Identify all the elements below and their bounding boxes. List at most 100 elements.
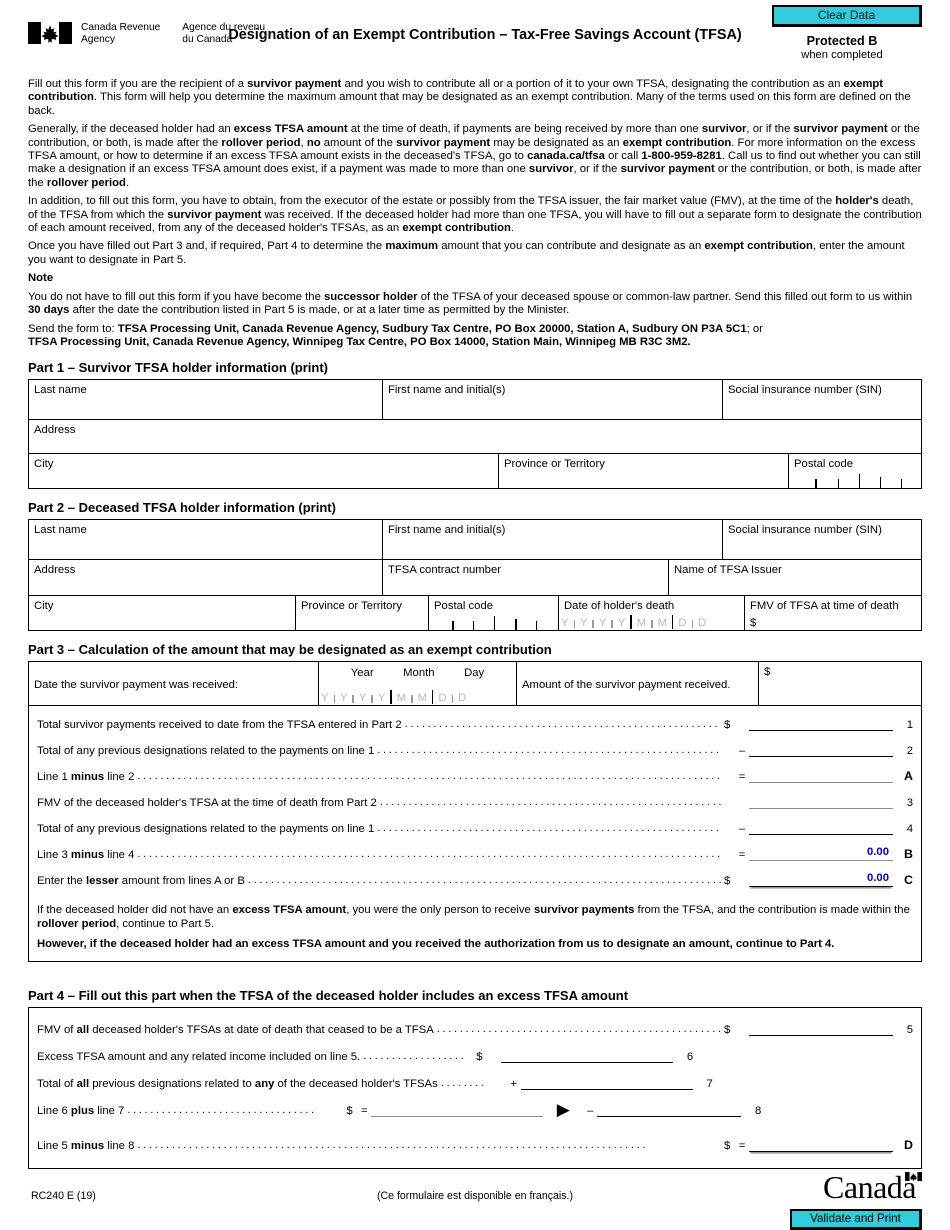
intro-p1-b: survivor payment [247, 78, 342, 90]
clear-data-button[interactable]: Clear Data [772, 5, 922, 27]
canada-wordmark-text: Canada [823, 1169, 916, 1205]
field-label: Date of holder's death [564, 600, 675, 613]
intro-text: Fill out this form if you are the recipi… [28, 78, 922, 349]
intro-paragraph-1: Fill out this form if you are the recipi… [28, 78, 922, 118]
calc-line-label: Total of all previous designations relat… [37, 1077, 438, 1090]
field-label: Date the survivor payment was received: [34, 679, 239, 692]
input-line-3[interactable] [749, 792, 893, 810]
leader-dots: ................................. [127, 1103, 317, 1116]
field-label: Last name [34, 384, 87, 397]
line-number: 6 [686, 1050, 694, 1063]
field-label: TFSA contract number [388, 564, 502, 577]
cra-agency-name-en: Canada Revenue Agency [81, 22, 161, 45]
input-line-5[interactable] [749, 1019, 893, 1036]
calc-line-1: Total survivor payments received to date… [37, 714, 913, 732]
field-label: First name and initial(s) [388, 524, 506, 537]
field-survivor-sin[interactable]: Social insurance number (SIN) [723, 380, 921, 419]
field-tfsa-issuer-name[interactable]: Name of TFSA Issuer [669, 560, 921, 595]
input-line-6[interactable] [501, 1046, 674, 1063]
leader-dots: .................. [363, 1049, 467, 1062]
part-3-calculation-lines: Total survivor payments received to date… [29, 706, 921, 898]
input-line-a[interactable] [749, 766, 893, 784]
input-line-4[interactable] [749, 818, 893, 836]
field-deceased-postal-code[interactable]: Postal code [429, 596, 559, 631]
line-number: 8 [755, 1104, 762, 1117]
calc-line-label: Line 6 plus line 7 [37, 1104, 125, 1117]
calc-line-8: Line 6 plus line 7 .....................… [37, 1100, 913, 1118]
field-deceased-first-name[interactable]: First name and initial(s) [383, 520, 723, 560]
intro-paragraph-2: Generally, if the deceased holder had an… [28, 123, 922, 189]
leader-dots: ........................................… [377, 822, 721, 835]
field-date-payment-received[interactable]: Year Month Day Y Y Y Y M M D D [319, 662, 517, 706]
send-form-to-label: Send the form to: [28, 322, 118, 335]
input-line-c[interactable]: 0.00 [749, 870, 893, 888]
field-survivor-postal-code[interactable]: Postal code [789, 454, 921, 489]
calc-line-c: Enter the lesser amount from lines A or … [37, 870, 913, 888]
input-line-7[interactable] [520, 1073, 693, 1090]
part-1-table: Last name First name and initial(s) Soci… [28, 379, 922, 490]
line-number: 1 [906, 719, 913, 732]
field-survivor-last-name[interactable]: Last name [29, 380, 383, 420]
field-survivor-first-name[interactable]: First name and initial(s) [383, 380, 723, 420]
operator: – [738, 745, 746, 758]
calc-line-label: Line 5 minus line 8 [37, 1139, 135, 1152]
operator: – [587, 1104, 594, 1117]
field-deceased-address[interactable]: Address [29, 560, 383, 596]
intro-p1-e: . This form will help you determine the … [28, 91, 911, 117]
input-line-8-subtotal[interactable] [371, 1100, 544, 1117]
field-deceased-last-name[interactable]: Last name [29, 520, 383, 560]
validate-and-print-button[interactable]: Validate and Print [790, 1209, 922, 1230]
input-line-1[interactable] [749, 714, 893, 732]
note-body: You do not have to fill out this form if… [28, 290, 913, 317]
field-amount-received[interactable]: $ [759, 662, 921, 705]
calc-line-label: FMV of the deceased holder's TFSA at the… [37, 797, 377, 810]
part-3-notes: If the deceased holder did not have an e… [29, 898, 921, 960]
field-label: Social insurance number (SIN) [728, 524, 882, 537]
leader-dots: ........................................… [137, 770, 721, 783]
calc-line-3: FMV of the deceased holder's TFSA at the… [37, 792, 913, 810]
canada-flag-icon [905, 1172, 922, 1181]
field-deceased-city[interactable]: City [29, 596, 296, 631]
french-availability-note: (Ce formulaire est disponible en françai… [376, 1190, 574, 1202]
dollar-sign: $ [724, 719, 731, 732]
field-fmv-at-death[interactable]: FMV of TFSA at time of death $ [745, 596, 921, 630]
dollar-sign: $ [346, 1104, 353, 1117]
canada-wordmark: Canada [823, 1170, 922, 1204]
field-survivor-city[interactable]: City [29, 454, 499, 489]
leader-dots: ........................................… [404, 718, 721, 731]
part-3-note-2: However, if the deceased holder had an e… [37, 938, 835, 951]
field-deceased-sin[interactable]: Social insurance number (SIN) [723, 520, 921, 559]
note-heading: Note [28, 272, 54, 285]
field-survivor-address[interactable]: Address [29, 420, 921, 453]
field-deceased-province[interactable]: Province or Territory [296, 596, 429, 631]
intro-paragraph-3: In addition, to fill out this form, you … [28, 195, 922, 235]
date-of-death-slots: Y Y Y Y M M D D [561, 615, 707, 630]
line-number: 2 [906, 745, 913, 758]
input-line-2[interactable] [749, 740, 893, 758]
field-tfsa-contract-number[interactable]: TFSA contract number [383, 560, 669, 596]
leader-dots: ........................................… [436, 1022, 721, 1035]
operator: = [738, 771, 746, 784]
calc-line-6: Excess TFSA amount and any related incom… [37, 1046, 913, 1063]
input-line-8[interactable] [597, 1100, 742, 1117]
table-row: Address [29, 420, 921, 455]
line-number: 7 [706, 1077, 713, 1090]
dollar-sign: $ [724, 1139, 731, 1152]
field-survivor-province[interactable]: Province or Territory [499, 454, 789, 489]
dollar-sign: $ [724, 875, 731, 888]
protected-b-label: Protected B [806, 34, 878, 48]
send-address-tail: ; or [746, 322, 763, 335]
line-number: 4 [906, 823, 913, 836]
field-date-of-death[interactable]: Date of holder's death Y Y Y Y M M D D [559, 596, 745, 631]
leader-dots: ........................................… [379, 796, 721, 809]
input-line-d[interactable] [749, 1135, 893, 1152]
label-date-payment-received: Date the survivor payment was received: [29, 662, 319, 706]
input-line-b[interactable]: 0.00 [749, 844, 893, 862]
field-label: Address [34, 424, 76, 437]
calc-line-label: Total of any previous designations relat… [37, 823, 375, 836]
form-page: Canada Revenue Agency Agence du revenu d… [0, 0, 950, 1230]
field-label: Social insurance number (SIN) [728, 384, 882, 397]
field-label: Postal code [434, 600, 494, 613]
intro-p1-c: and you wish to contribute all or a port… [341, 78, 844, 90]
table-row: Address TFSA contract number Name of TFS… [29, 560, 921, 597]
